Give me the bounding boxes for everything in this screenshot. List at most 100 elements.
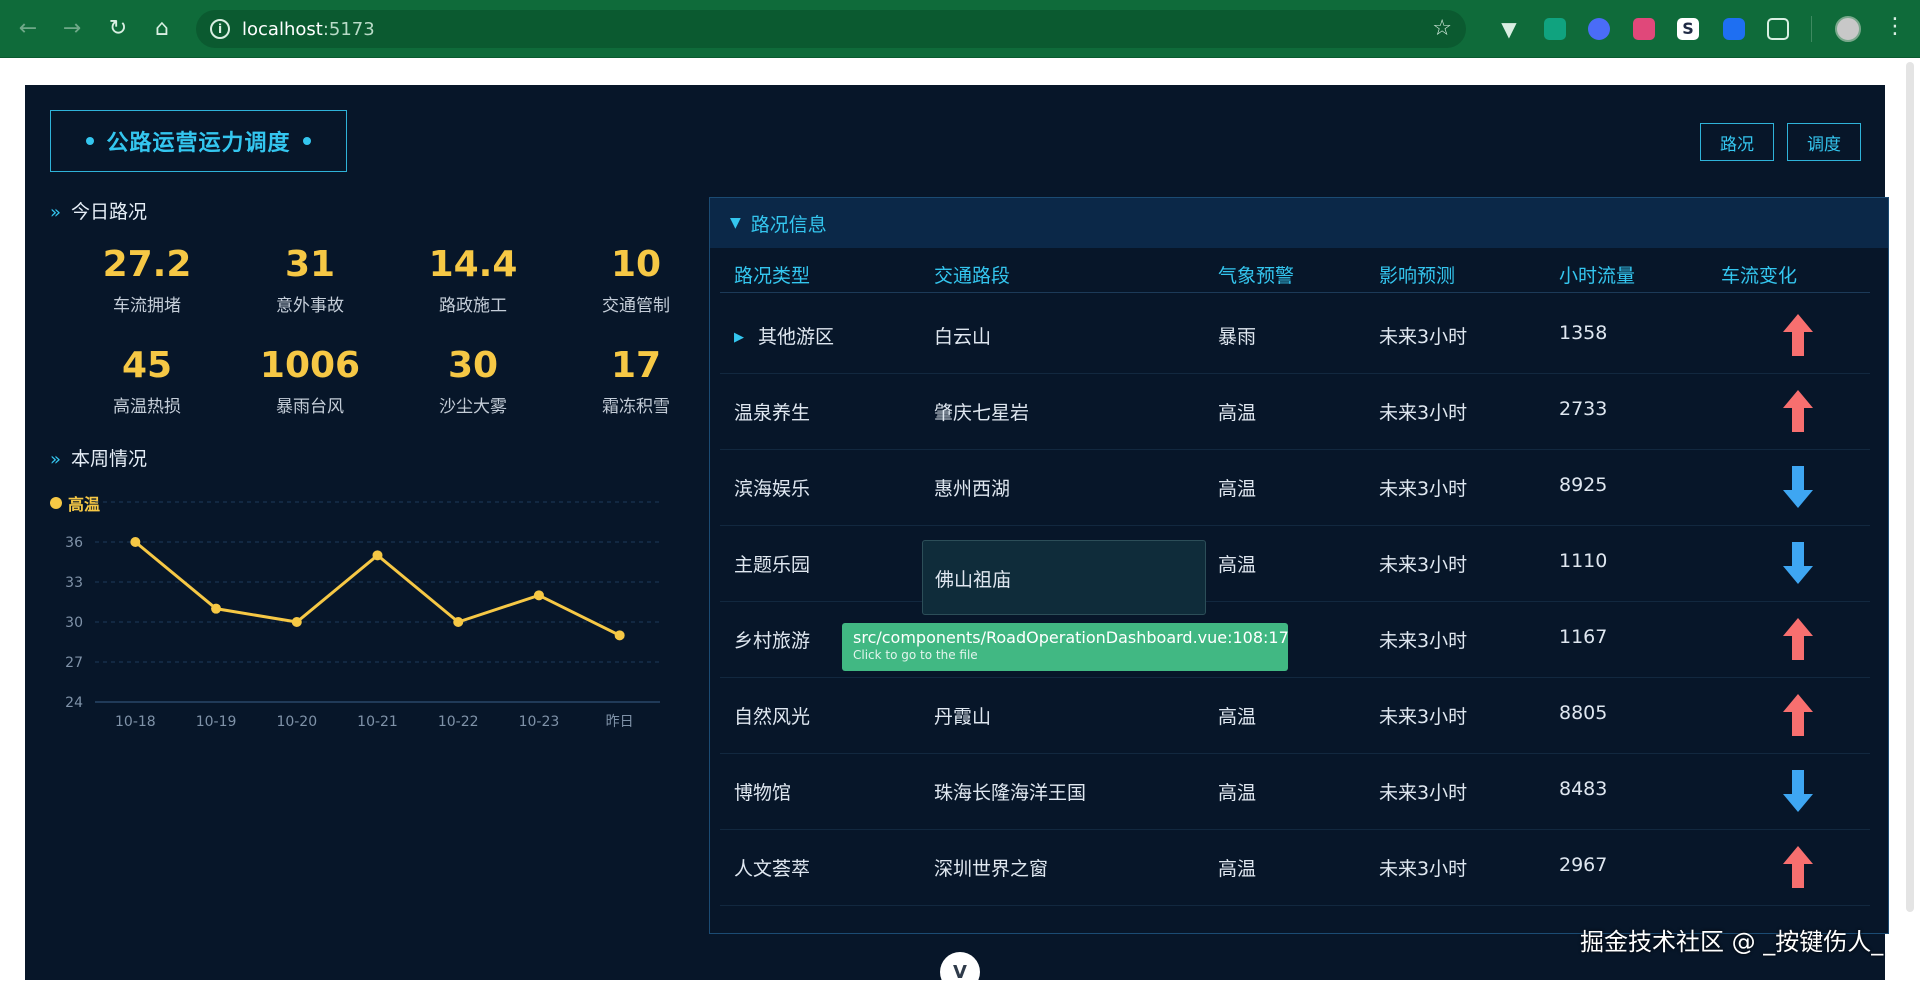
cell-section: 深圳世界之窗 xyxy=(934,858,1049,880)
stat-traffic-control: 10 交通管制 xyxy=(566,244,706,317)
cell-warning: 高温 xyxy=(1218,858,1257,880)
cell-flow: 8925 xyxy=(1559,474,1608,496)
collapse-triangle-icon[interactable]: ▼ xyxy=(730,215,741,231)
x-tick-label: 10-21 xyxy=(357,714,398,730)
star-icon[interactable]: ☆ xyxy=(1432,16,1452,41)
cell-warning: 高温 xyxy=(1218,782,1257,804)
dictionary-extension-icon[interactable] xyxy=(1633,18,1655,40)
road-status-button[interactable]: 路况 xyxy=(1700,123,1774,161)
stat-value: 14.4 xyxy=(428,244,518,285)
data-point[interactable] xyxy=(533,590,544,601)
panel-header[interactable]: ▼ 路况信息 xyxy=(710,198,1888,248)
address-bar[interactable]: i localhost:5173 ☆ xyxy=(196,10,1466,48)
vue-devtools-toggle-icon[interactable]: V xyxy=(940,952,980,992)
stat-label: 车流拥堵 xyxy=(113,296,181,316)
cell-flow: 2733 xyxy=(1559,398,1608,420)
stat-label: 暴雨台风 xyxy=(276,397,344,417)
cell-section: 肇庆七星岩 xyxy=(934,402,1030,424)
chatgpt-extension-icon[interactable] xyxy=(1544,18,1566,40)
stat-sandstorm: 30 沙尘大雾 xyxy=(403,346,543,418)
cell-type: 主题乐园 xyxy=(734,554,811,576)
data-point[interactable] xyxy=(130,537,141,547)
stat-accident: 31 意外事故 xyxy=(240,244,380,317)
x-tick-label: 昨日 xyxy=(606,714,634,730)
arrow-down-icon xyxy=(1783,542,1813,584)
cell-section: 丹霞山 xyxy=(934,706,992,728)
cell-forecast: 未来3小时 xyxy=(1379,402,1468,424)
tooltip-hint: Click to go to the file xyxy=(853,648,978,662)
cell-flow: 8805 xyxy=(1559,702,1608,724)
vue-inspector-tooltip[interactable]: src/components/RoadOperationDashboard.vu… xyxy=(842,623,1289,671)
cell-flow: 1167 xyxy=(1559,626,1608,648)
url-text[interactable]: localhost:5173 xyxy=(242,19,375,40)
cell-warning: 高温 xyxy=(1218,706,1257,728)
cell-section: 白云山 xyxy=(934,326,992,348)
stat-value: 27.2 xyxy=(102,244,192,285)
cell-flow: 1358 xyxy=(1559,322,1608,344)
cell-type: 自然风光 xyxy=(734,706,811,728)
x-tick-label: 10-19 xyxy=(196,714,237,730)
translate-extension-icon[interactable] xyxy=(1588,18,1610,40)
data-point[interactable] xyxy=(453,617,464,627)
cell-forecast: 未来3小时 xyxy=(1379,554,1468,576)
menu-kebab-icon[interactable]: ⋮ xyxy=(1884,14,1906,39)
reload-icon[interactable]: ↻ xyxy=(104,15,132,43)
cell-type: 温泉养生 xyxy=(734,402,811,424)
table-row[interactable]: 人文荟萃 深圳世界之窗 高温 未来3小时 2967 xyxy=(720,830,1870,906)
back-icon[interactable]: ← xyxy=(14,15,42,43)
forward-icon[interactable]: → xyxy=(58,15,86,43)
dispatch-button[interactable]: 调度 xyxy=(1787,123,1861,161)
cell-flow: 2967 xyxy=(1559,854,1608,876)
profile-avatar[interactable] xyxy=(1835,16,1861,42)
table-row[interactable]: 主题乐园 高温 未来3小时 1110 xyxy=(720,526,1870,602)
screenshot-extension-icon[interactable] xyxy=(1723,18,1745,40)
data-point[interactable] xyxy=(211,603,222,614)
table-row[interactable]: 滨海娱乐 惠州西湖 高温 未来3小时 8925 xyxy=(720,450,1870,526)
page-title: 公路运营运力调度 xyxy=(50,110,347,172)
stat-value: 17 xyxy=(610,345,662,386)
y-tick-label: 33 xyxy=(65,575,83,591)
arrow-up-icon xyxy=(1783,694,1813,736)
stat-frost: 17 霜冻积雪 xyxy=(566,345,706,418)
data-point[interactable] xyxy=(614,630,625,641)
puzzle-icon[interactable] xyxy=(1767,18,1789,40)
s-extension-icon[interactable]: S xyxy=(1677,18,1699,40)
data-point[interactable] xyxy=(372,550,383,561)
cell-forecast: 未来3小时 xyxy=(1379,630,1468,652)
cell-type: 人文荟萃 xyxy=(734,858,811,880)
stat-label: 交通管制 xyxy=(602,296,670,316)
today-heading-text: 今日路况 xyxy=(71,201,148,223)
data-point[interactable] xyxy=(291,617,302,627)
page-scrollbar[interactable] xyxy=(1906,62,1914,912)
site-info-icon[interactable]: i xyxy=(210,19,230,39)
title-dot-left xyxy=(86,137,95,145)
x-tick-label: 10-20 xyxy=(276,714,317,730)
hovered-cell-highlight[interactable]: 佛山祖庙 xyxy=(922,540,1206,615)
stat-label: 意外事故 xyxy=(276,296,344,316)
y-tick-label: 36 xyxy=(65,535,83,551)
y-tick-label: 30 xyxy=(65,615,83,631)
stat-value: 45 xyxy=(121,345,173,386)
table-row[interactable]: 自然风光 丹霞山 高温 未来3小时 8805 xyxy=(720,678,1870,754)
col-type: 路况类型 xyxy=(734,265,811,287)
week-heading: » 本周情况 xyxy=(50,444,147,471)
browser-toolbar: ← → ↻ ⌂ i localhost:5173 ☆ ▼ S ⋮ xyxy=(0,0,1920,58)
col-warning: 气象预警 xyxy=(1218,265,1295,287)
stat-value: 10 xyxy=(610,244,662,285)
cell-type: 博物馆 xyxy=(734,782,792,804)
stat-heat: 45 高温热损 xyxy=(77,345,217,418)
temperature-line-chart: 24 27 30 33 36 10-18 10-19 10-20 10-21 10-22 10-23… xyxy=(65,501,660,730)
cell-type: 其他游区 xyxy=(734,322,834,349)
table-row[interactable]: 其他游区 白云山 暴雨 未来3小时 1358 xyxy=(720,298,1870,374)
x-tick-label: 10-18 xyxy=(115,714,156,730)
cell-warning: 高温 xyxy=(1218,478,1257,500)
stat-storm: 1006 暴雨台风 xyxy=(240,346,380,418)
table-row[interactable]: 博物馆 珠海长隆海洋王国 高温 未来3小时 8483 xyxy=(720,754,1870,830)
table-row[interactable]: 温泉养生 肇庆七星岩 高温 未来3小时 2733 xyxy=(720,374,1870,450)
stat-value: 31 xyxy=(284,244,336,285)
home-icon[interactable]: ⌂ xyxy=(148,15,176,43)
vue-devtools-extension-icon[interactable]: ▼ xyxy=(1498,18,1520,40)
cell-warning: 高温 xyxy=(1218,402,1257,424)
arrow-up-icon xyxy=(1783,390,1813,432)
cell-type: 乡村旅游 xyxy=(734,630,811,652)
